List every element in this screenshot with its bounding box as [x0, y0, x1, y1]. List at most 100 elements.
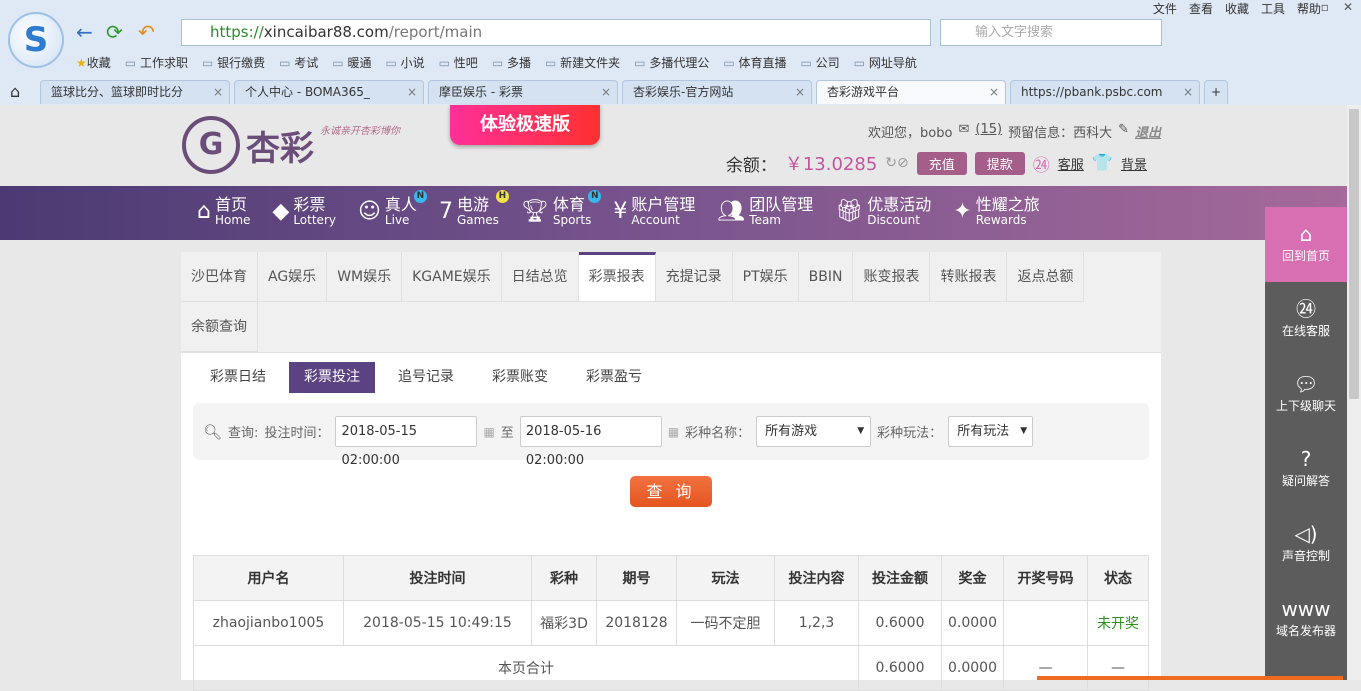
nav-label: 首页	[214, 195, 247, 214]
sidebar-item[interactable]: ㉔在线客服	[1265, 282, 1347, 357]
home-icon[interactable]: ⌂	[10, 82, 20, 101]
withdraw-button[interactable]: 提款	[974, 151, 1025, 175]
table-cell: 未开奖	[1087, 600, 1149, 646]
sub-tab[interactable]: 彩票投注	[289, 362, 375, 393]
nav-item-home[interactable]: ⌂ 首页 Home	[197, 196, 250, 227]
minimize-icon[interactable]: –	[1301, 0, 1307, 14]
end-time-input[interactable]: 2018-05-16 02:00:00	[519, 416, 662, 468]
bookmark[interactable]: 多播	[492, 54, 531, 71]
report-tab[interactable]: WM娱乐	[327, 252, 403, 302]
sub-tab[interactable]: 追号记录	[383, 362, 469, 393]
scrollbar[interactable]	[1347, 105, 1361, 680]
sidebar-item[interactable]: ◁) 声音控制	[1265, 507, 1347, 582]
service-24-icon: ㉔	[1032, 155, 1050, 176]
sub-tabs: 彩票日结 彩票投注 追号记录 彩票账变 彩票盈亏	[195, 362, 657, 393]
edit-icon[interactable]: ✎	[1118, 122, 1129, 141]
start-time-input[interactable]: 2018-05-15 02:00:00	[335, 416, 478, 468]
close-icon[interactable]: ✕	[1343, 0, 1353, 14]
mail-icon[interactable]: ✉	[958, 122, 969, 141]
site-logo[interactable]: G 杏彩 永诚亲开杏彩博你	[182, 116, 400, 174]
bookmark[interactable]: 网址导航	[854, 54, 917, 71]
sidebar-item[interactable]: ⌂ 回到首页	[1265, 207, 1347, 282]
report-tab[interactable]: 转账报表	[930, 252, 1008, 302]
nav-label-en: Lottery	[293, 213, 336, 227]
calendar-icon[interactable]: ▦	[668, 425, 679, 439]
browser-tab[interactable]: 个人中心 - BOMA365_ ×	[234, 80, 424, 104]
messages-link[interactable]: (15)	[975, 122, 1002, 141]
address-bar[interactable]: https://xincaibar88.com/report/main	[181, 19, 931, 46]
bookmark[interactable]: 考试	[279, 54, 318, 71]
column-header: 彩种	[531, 555, 597, 601]
speed-version-button[interactable]: 体验极速版	[450, 105, 600, 145]
bookmark[interactable]: 暖通	[332, 54, 371, 71]
bookmark[interactable]: 性吧	[439, 54, 478, 71]
new-tab-button[interactable]: +	[1204, 80, 1228, 104]
www-icon: www	[1281, 597, 1331, 621]
play-select[interactable]: 所有玩法 ▼	[948, 416, 1034, 447]
sidebar-item[interactable]: 💬︎ 上下级聊天	[1265, 357, 1347, 432]
deposit-button[interactable]: 充值	[916, 151, 967, 175]
back-icon[interactable]: ←	[76, 20, 93, 44]
report-tab[interactable]: KGAME娱乐	[402, 252, 502, 302]
report-tab[interactable]: PT娱乐	[732, 252, 799, 302]
nav-item-live[interactable]: ☺ 真人 Live N	[358, 190, 427, 227]
column-header: 投注时间	[343, 555, 532, 601]
browser-tab-active[interactable]: 杏彩游戏平台 ×	[816, 80, 1006, 104]
refresh-balance-icon[interactable]: ↻⊘	[885, 155, 908, 171]
browser-search-input[interactable]: 输入文字搜索	[940, 19, 1162, 46]
query-button[interactable]: 查 询	[630, 476, 712, 507]
column-header: 状态	[1087, 555, 1149, 601]
nav-item-discount[interactable]: 🎁︎ 优惠活动 Discount	[835, 196, 931, 227]
browser-tab[interactable]: https://pbank.psbc.com ×	[1010, 80, 1200, 104]
calendar-icon[interactable]: ▦	[483, 425, 494, 439]
bookmark[interactable]: 小说	[385, 54, 425, 71]
browser-logo-icon: S	[8, 12, 64, 68]
undo-icon[interactable]: ↶	[138, 20, 155, 44]
menu-favorites[interactable]: 收藏	[1225, 0, 1249, 17]
report-tab[interactable]: 彩票报表	[578, 252, 656, 302]
menu-file[interactable]: 文件	[1153, 0, 1177, 17]
game-select[interactable]: 所有游戏 ▼	[756, 416, 872, 447]
nav-item-team[interactable]: 👥︎ 团队管理 Team	[717, 196, 813, 227]
bookmark[interactable]: 工作求职	[125, 54, 188, 71]
nav-item-account[interactable]: ¥ 账户管理 Account	[613, 196, 695, 227]
report-tab[interactable]: 余额查询	[181, 302, 258, 352]
background-link[interactable]: 背景	[1121, 154, 1147, 173]
sidebar-label: 在线客服	[1281, 324, 1330, 338]
column-header: 期号	[596, 555, 677, 601]
bookmark[interactable]: 公司	[801, 54, 840, 71]
nav-label: 账户管理	[631, 195, 696, 214]
browser-tab[interactable]: 篮球比分、篮球即时比分 ×	[40, 80, 230, 104]
bookmark[interactable]: 多播代理公	[634, 54, 709, 71]
nav-item-sports[interactable]: 🏆︎ 体育 Sports N	[521, 190, 602, 227]
nav-item-lottery[interactable]: ◆ 彩票 Lottery	[272, 196, 336, 227]
bookmark[interactable]: 银行缴费	[202, 54, 265, 71]
refresh-icon[interactable]: ⟳	[106, 20, 123, 44]
nav-label: 真人	[384, 195, 417, 214]
sidebar-item[interactable]: www 域名发布器	[1265, 582, 1347, 657]
report-tab[interactable]: 沙巴体育	[181, 252, 258, 302]
nav-item-rewards[interactable]: ✦ 性耀之旅 Rewards	[953, 196, 1039, 227]
report-tab[interactable]: 充提记录	[655, 252, 733, 302]
nav-item-games[interactable]: 7 电游 Games H	[439, 190, 509, 227]
menu-tools[interactable]: 工具	[1261, 0, 1285, 17]
sub-tab[interactable]: 彩票账变	[477, 362, 563, 393]
report-tab[interactable]: 账变报表	[853, 252, 931, 302]
report-tab[interactable]: AG娱乐	[258, 252, 328, 302]
sub-tab[interactable]: 彩票盈亏	[571, 362, 657, 393]
report-tab[interactable]: 返点总额	[1007, 252, 1085, 302]
bookmark[interactable]: 体育直播	[723, 54, 786, 71]
report-tab[interactable]: BBIN	[798, 252, 854, 302]
bookmark[interactable]: 新建文件夹	[545, 54, 620, 71]
browser-tab[interactable]: 杏彩娱乐-官方网站 ×	[622, 80, 812, 104]
maximize-icon[interactable]: ▫	[1321, 0, 1329, 14]
menu-view[interactable]: 查看	[1189, 0, 1213, 17]
sub-tab[interactable]: 彩票日结	[195, 362, 281, 393]
close-tab-icon: ×	[794, 85, 805, 99]
browser-tab[interactable]: 摩臣娱乐 - 彩票 ×	[428, 80, 618, 104]
logout-link[interactable]: 退出	[1135, 122, 1161, 141]
report-tab[interactable]: 日结总览	[501, 252, 579, 302]
service-link[interactable]: 客服	[1058, 154, 1084, 173]
sidebar-item[interactable]: ? 疑问解答	[1265, 432, 1347, 507]
bookmark-favorites[interactable]: ★收藏	[76, 54, 111, 71]
